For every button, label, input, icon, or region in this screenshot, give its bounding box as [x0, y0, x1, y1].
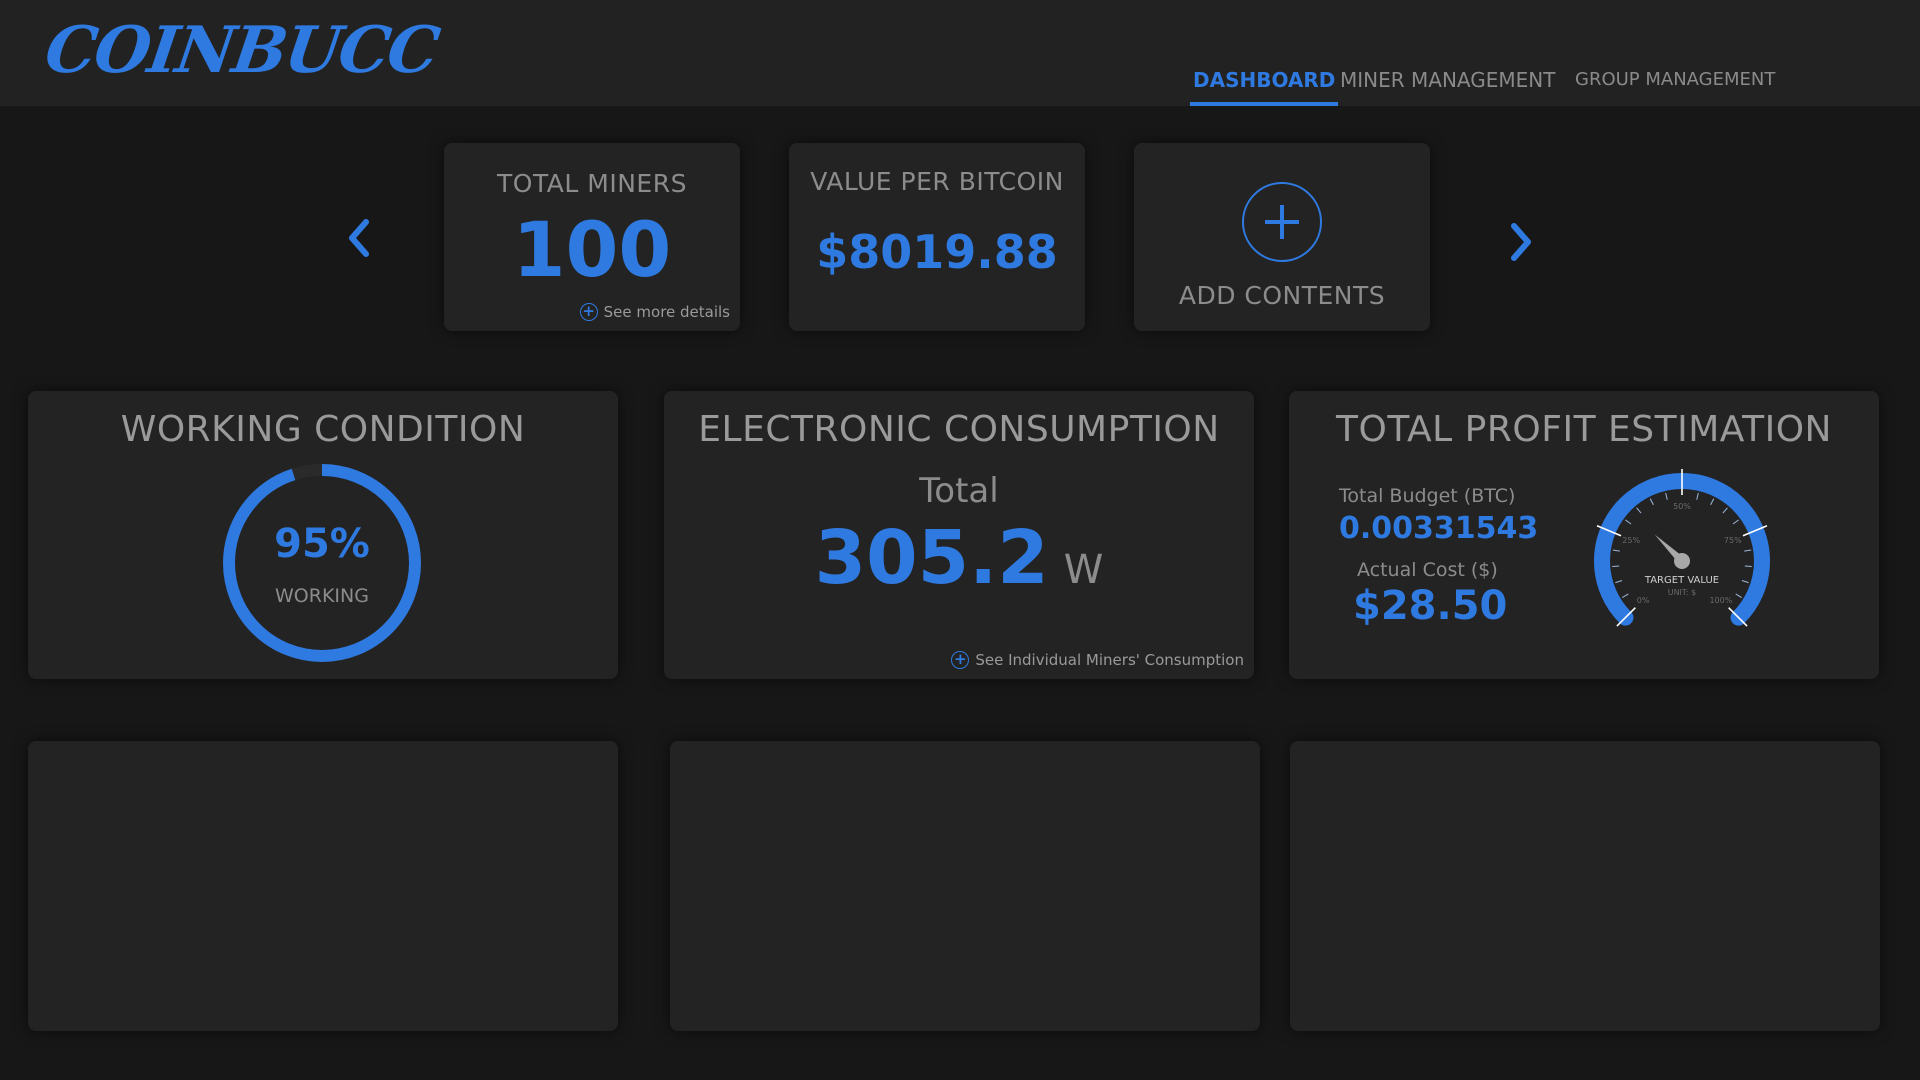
empty-panel-2 [670, 741, 1260, 1031]
electronic-consumption-title: ELECTRONIC CONSUMPTION [698, 409, 1220, 450]
gauge-tick-label: 50% [1673, 502, 1691, 511]
working-percent: 95% [274, 521, 370, 567]
value-per-bitcoin-card: VALUE PER BITCOIN $8019.88 [789, 143, 1085, 331]
profit-estimation-title: TOTAL PROFIT ESTIMATION [1336, 409, 1832, 450]
working-condition-panel: WORKING CONDITION 95% WORKING [28, 391, 618, 679]
total-budget-value: 0.00331543 [1339, 511, 1539, 546]
chevron-right-icon [1511, 223, 1531, 261]
value-per-bitcoin-title: VALUE PER BITCOIN [810, 167, 1064, 196]
tab-miner-management[interactable]: MINER MANAGEMENT [1340, 60, 1555, 106]
profit-estimation-panel: TOTAL PROFIT ESTIMATION Total Budget (BT… [1289, 391, 1879, 679]
consumption-total-label: Total [919, 471, 999, 511]
top-header: COINBUCC DASHBOARD MINER MANAGEMENT GROU… [0, 0, 1920, 106]
consumption-unit: W [1063, 547, 1104, 593]
consumption-value: 305.2 [814, 515, 1049, 601]
tab-group-management[interactable]: GROUP MANAGEMENT [1575, 60, 1775, 106]
plus-circle-icon: + [579, 303, 598, 321]
see-more-details-label: See more details [603, 303, 730, 321]
gauge-tick-label: 25% [1622, 536, 1640, 545]
total-miners-value: 100 [512, 205, 672, 294]
consumption-value-row: 305.2 W [664, 515, 1254, 601]
actual-cost-label: Actual Cost ($) [1357, 559, 1498, 581]
dashboard-page: COINBUCC DASHBOARD MINER MANAGEMENT GROU… [0, 0, 1920, 1080]
see-individual-consumption-link[interactable]: + See Individual Miners' Consumption [951, 651, 1244, 669]
empty-panel-1 [28, 741, 618, 1031]
chevron-left-icon [349, 219, 369, 257]
gauge-tick [1612, 565, 1620, 567]
target-value-gauge: 0% 25% 50% 75% 100% TARGET VALUE UNIT: $ [1594, 469, 1770, 632]
value-per-bitcoin-value: $8019.88 [816, 225, 1058, 279]
plus-circle-icon [1242, 182, 1322, 262]
app-logo[interactable]: COINBUCC [41, 13, 442, 88]
gauge-subtitle: UNIT: $ [1668, 588, 1697, 597]
actual-cost-value: $28.50 [1353, 583, 1508, 629]
gauge-needle-hub [1674, 553, 1690, 569]
gauge-tick-label: 100% [1709, 596, 1732, 605]
add-contents-card[interactable]: ADD CONTENTS [1134, 143, 1430, 331]
plus-circle-icon: + [951, 651, 970, 669]
gauge-title: TARGET VALUE [1644, 575, 1719, 586]
working-ring: 95% WORKING [222, 463, 422, 663]
working-condition-title: WORKING CONDITION [120, 409, 526, 450]
see-individual-consumption-label: See Individual Miners' Consumption [975, 651, 1244, 669]
working-label: WORKING [275, 585, 369, 607]
carousel-prev-button[interactable] [340, 208, 380, 268]
total-miners-card: TOTAL MINERS 100 + See more details [444, 143, 740, 331]
total-budget-label: Total Budget (BTC) [1339, 485, 1516, 507]
total-miners-title: TOTAL MINERS [497, 169, 687, 198]
add-contents-label: ADD CONTENTS [1178, 281, 1386, 310]
gauge-tick [1744, 565, 1752, 567]
carousel-next-button[interactable] [1500, 212, 1540, 272]
gauge-tick-label: 0% [1637, 596, 1650, 605]
electronic-consumption-panel: ELECTRONIC CONSUMPTION Total 305.2 W + S… [664, 391, 1254, 679]
tab-dashboard[interactable]: DASHBOARD [1189, 60, 1339, 106]
see-more-details-link[interactable]: + See more details [579, 303, 730, 321]
gauge-tick-label: 75% [1724, 536, 1742, 545]
empty-panel-3 [1290, 741, 1880, 1031]
